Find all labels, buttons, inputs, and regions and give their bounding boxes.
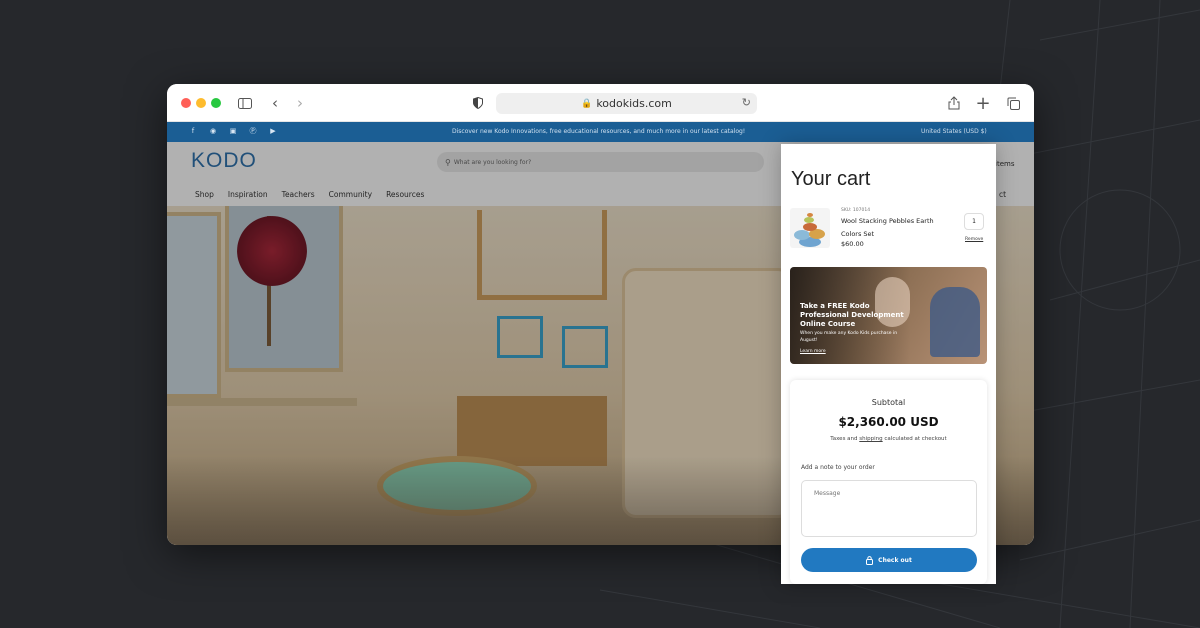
cart-item-image[interactable] (790, 208, 830, 248)
nav-item-resources[interactable]: Resources (386, 190, 424, 199)
close-window-button[interactable] (181, 98, 191, 108)
subtotal-label: Subtotal (871, 398, 906, 407)
tax-note-suffix: calculated at checkout (882, 436, 947, 442)
instagram-icon[interactable]: ▣ (229, 127, 237, 135)
order-note-field[interactable] (801, 480, 977, 537)
region-selector[interactable]: United States (USD $) (921, 128, 987, 135)
sidebar-toggle-icon[interactable] (235, 93, 255, 113)
nav-item-community[interactable]: Community (329, 190, 372, 199)
social-links: f ◉ ▣ Ⓟ ▶ (189, 127, 277, 135)
tax-note: Taxes and shipping calculated at checkou… (790, 436, 987, 442)
spotify-icon[interactable]: ◉ (209, 127, 217, 135)
cart-drawer: Your cart SKU: 107014 Wool Stacking Pebb… (781, 144, 996, 584)
remove-item-link[interactable]: Remove (965, 237, 983, 242)
promo-subtext: When you make any Kodo Kids purchase in … (800, 331, 898, 343)
lock-icon: 🔒 (581, 98, 593, 109)
new-tab-icon[interactable]: + (973, 93, 993, 114)
site-search-input[interactable]: ⚲ What are you looking for? (437, 152, 764, 172)
browser-toolbar: ‹ › 🔒 kodokids.com ↻ + (167, 84, 1034, 122)
back-icon[interactable]: ‹ (265, 93, 285, 113)
checkout-button[interactable]: Check out (801, 548, 977, 572)
main-nav: Shop Inspiration Teachers Community Reso… (195, 190, 424, 199)
shipping-link[interactable]: shipping (859, 436, 882, 442)
order-note-label: Add a note to your order (801, 464, 875, 471)
search-icon: ⚲ (445, 157, 451, 167)
youtube-icon[interactable]: ▶ (269, 127, 277, 135)
quantity-input[interactable]: 1 (964, 213, 984, 230)
tab-overview-icon[interactable] (1003, 93, 1023, 113)
promo-headline: Take a FREE Kodo Professional Developmen… (800, 302, 904, 328)
tax-note-prefix: Taxes and (830, 436, 860, 442)
nav-right-fragment[interactable]: ct (999, 190, 1006, 199)
cart-item-name[interactable]: Wool Stacking Pebbles Earth Colors Set (841, 215, 946, 241)
nav-item-inspiration[interactable]: Inspiration (228, 190, 268, 199)
search-placeholder: What are you looking for? (453, 158, 532, 166)
header-right-fragment[interactable]: items (995, 160, 1014, 168)
minimize-window-button[interactable] (196, 98, 206, 108)
cart-item-sku: SKU: 107014 (841, 208, 871, 213)
announcement-bar: f ◉ ▣ Ⓟ ▶ Discover new Kodo Innovations,… (167, 122, 1034, 142)
promo-learn-more-link[interactable]: Learn more (800, 349, 826, 354)
cart-title: Your cart (791, 168, 871, 190)
nav-item-shop[interactable]: Shop (195, 190, 214, 199)
checkout-label: Check out (878, 556, 912, 564)
reload-icon[interactable]: ↻ (742, 96, 751, 109)
cart-summary: Subtotal $2,360.00 USD Taxes and shippin… (790, 380, 987, 584)
facebook-icon[interactable]: f (189, 127, 197, 135)
url-text: kodokids.com (596, 97, 672, 110)
wall-frame (562, 326, 608, 368)
promo-photo-figures (930, 287, 980, 357)
wall-frame (497, 316, 543, 358)
pinterest-icon[interactable]: Ⓟ (249, 127, 257, 135)
promo-banner[interactable]: Take a FREE Kodo Professional Developmen… (790, 267, 987, 364)
announcement-text[interactable]: Discover new Kodo Innovations, free educ… (452, 128, 745, 135)
zoom-window-button[interactable] (211, 98, 221, 108)
lock-icon (866, 555, 874, 565)
nav-item-teachers[interactable]: Teachers (282, 190, 315, 199)
subtotal-value: $2,360.00 USD (838, 415, 939, 429)
cart-item-price: $60.00 (841, 240, 864, 248)
share-icon[interactable] (944, 93, 964, 113)
privacy-shield-icon[interactable] (468, 93, 488, 113)
forward-icon[interactable]: › (290, 93, 310, 113)
site-logo[interactable]: KODO (191, 149, 257, 173)
address-bar[interactable]: 🔒 kodokids.com ↻ (496, 93, 757, 114)
